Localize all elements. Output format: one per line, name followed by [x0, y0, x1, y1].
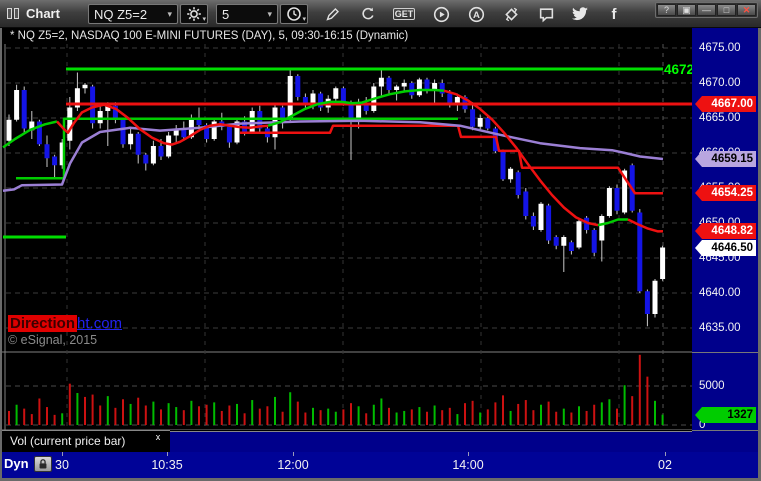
slow-ma-purple — [2, 119, 664, 193]
price-axis-label: 4665.00 — [699, 112, 741, 124]
volume-axis-label: 5000 — [699, 380, 725, 392]
close-study-icon[interactable]: x — [152, 431, 164, 442]
price-tag: 4648.82 — [695, 223, 756, 240]
time-axis-label: 12:00 — [277, 458, 309, 472]
tab-row-filler — [170, 431, 692, 452]
time-axis-label: 10:35 — [151, 458, 183, 472]
pane-separator — [692, 352, 758, 353]
indicator-tab-row: Vol (current price bar) x — [0, 430, 692, 452]
price-axis-label: 4635.00 — [699, 322, 741, 334]
time-axis-tick — [167, 452, 168, 456]
time-axis-label: 14:00 — [452, 458, 484, 472]
price-axis-label: 4640.00 — [699, 287, 741, 299]
watermark: Direction ht.com — [8, 315, 122, 332]
time-axis[interactable]: Dyn 30 10:35 12:00 14:00 02 — [0, 452, 761, 478]
price-tag: 4659.15 — [695, 150, 756, 167]
lock-button[interactable] — [34, 456, 52, 472]
price-tag: 4667.00 — [695, 96, 756, 112]
watermark-highlight: Direction — [8, 315, 78, 332]
time-axis-tick — [468, 452, 469, 456]
copyright-label: © eSignal, 2015 — [8, 333, 98, 347]
window-frame — [0, 28, 2, 478]
fast-ma-red-3 — [627, 218, 664, 233]
chart-window: Chart NQ Z5=2 ▾ ▾ 5 ▾ ▾ GET A f ? ▣ — □ … — [0, 0, 761, 481]
chart-plot-area[interactable] — [0, 0, 761, 481]
time-axis-tick — [293, 452, 294, 456]
dynamic-mode-label[interactable]: Dyn — [4, 456, 29, 471]
price-axis[interactable]: 4675.004670.004665.004660.004655.004650.… — [692, 28, 758, 452]
volume-study-tab[interactable]: Vol (current price bar) — [2, 430, 170, 452]
time-axis-tick — [665, 452, 666, 456]
price-tag: 4646.50 — [695, 239, 756, 256]
lock-icon — [39, 459, 47, 469]
time-axis-label: 02 — [658, 458, 672, 472]
price-axis-label: 4675.00 — [699, 42, 741, 54]
time-axis-label: 30 — [55, 458, 69, 472]
volume-study-label: Vol (current price bar) — [10, 434, 126, 448]
trailing-stop-red — [240, 124, 663, 195]
resistance-price-label: 4672 — [664, 62, 694, 77]
price-axis-label: 4670.00 — [699, 77, 741, 89]
watermark-link[interactable]: ht.com — [77, 315, 122, 332]
volume-tag: 1327 — [695, 406, 756, 423]
price-tag: 4654.25 — [695, 185, 756, 202]
time-axis-tick — [62, 452, 63, 456]
